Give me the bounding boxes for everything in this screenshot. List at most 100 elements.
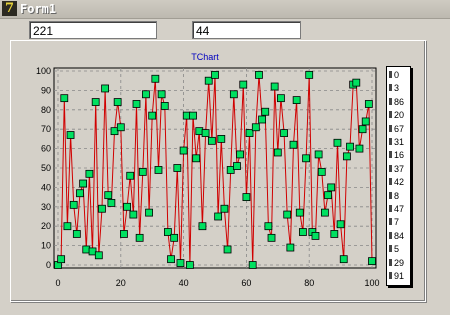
data-point bbox=[280, 129, 288, 137]
data-point bbox=[154, 166, 163, 174]
legend-item: 5 bbox=[389, 243, 399, 255]
data-point bbox=[311, 231, 320, 240]
y-tick-label: 0 bbox=[46, 260, 51, 270]
data-point bbox=[76, 189, 84, 198]
legend-swatch-icon bbox=[389, 151, 392, 159]
y-tick-label: 60 bbox=[41, 144, 51, 154]
data-point bbox=[69, 200, 78, 209]
data-point bbox=[258, 115, 267, 124]
data-point bbox=[94, 251, 103, 260]
legend-swatch-icon bbox=[389, 272, 392, 279]
y-tick-label: 10 bbox=[41, 241, 51, 251]
data-point bbox=[107, 199, 116, 207]
legend-label: 7 bbox=[394, 217, 400, 228]
legend-swatch-icon bbox=[389, 84, 392, 92]
legend-label: 91 bbox=[394, 271, 405, 281]
data-point bbox=[189, 111, 197, 120]
data-point bbox=[330, 230, 339, 238]
x-tick-label: 40 bbox=[179, 278, 189, 288]
legend-swatch-icon bbox=[389, 218, 392, 226]
data-point bbox=[126, 171, 135, 180]
legend-item: 0 bbox=[389, 69, 399, 81]
legend-label: 67 bbox=[394, 123, 405, 134]
data-point bbox=[236, 150, 245, 159]
data-point bbox=[273, 148, 282, 157]
data-point bbox=[157, 90, 166, 99]
legend-label: 31 bbox=[394, 137, 405, 147]
legend-label: 42 bbox=[394, 177, 405, 188]
data-point bbox=[211, 70, 219, 79]
x-tick-label: 80 bbox=[304, 278, 314, 288]
data-point bbox=[167, 255, 175, 264]
legend-item: 20 bbox=[389, 109, 404, 121]
data-point bbox=[148, 111, 157, 120]
data-point bbox=[104, 191, 113, 200]
data-point bbox=[277, 94, 285, 103]
legend-swatch-icon bbox=[389, 138, 392, 145]
legend-label: 84 bbox=[394, 230, 405, 241]
data-point bbox=[242, 193, 251, 202]
x-tick-label: 0 bbox=[55, 278, 60, 288]
data-point bbox=[248, 261, 257, 269]
legend-label: 3 bbox=[394, 83, 400, 94]
data-point bbox=[239, 80, 248, 89]
data-point bbox=[170, 233, 179, 242]
data-point bbox=[339, 255, 348, 264]
legend-item: 16 bbox=[389, 149, 404, 161]
data-point bbox=[142, 90, 150, 99]
legend-item: 8 bbox=[389, 190, 399, 202]
data-point bbox=[198, 222, 207, 231]
data-point bbox=[261, 107, 270, 116]
data-point bbox=[63, 222, 72, 231]
data-point bbox=[214, 212, 223, 221]
data-point bbox=[151, 74, 160, 83]
data-point bbox=[72, 230, 81, 238]
data-point bbox=[264, 222, 273, 231]
data-point bbox=[342, 152, 351, 161]
legend-swatch-icon bbox=[389, 124, 392, 132]
data-point bbox=[358, 125, 367, 134]
legend-item: 7 bbox=[389, 216, 399, 228]
data-point bbox=[201, 129, 210, 137]
data-point bbox=[217, 134, 226, 143]
x-tick-label: 20 bbox=[116, 278, 126, 288]
x-tick-label: 60 bbox=[241, 278, 251, 288]
x-tick-label: 100 bbox=[364, 278, 379, 288]
data-point bbox=[135, 233, 144, 242]
data-point bbox=[173, 164, 182, 172]
chart-legend: 0 3 86 20 67 31 16 37 42 8 47 7 84 5 29 91 bbox=[386, 66, 411, 286]
data-point bbox=[352, 78, 361, 87]
y-tick-label: 80 bbox=[41, 105, 51, 115]
legend-item: 3 bbox=[389, 82, 399, 94]
legend-label: 5 bbox=[394, 244, 400, 255]
data-point bbox=[364, 100, 373, 108]
legend-label: 86 bbox=[394, 96, 405, 107]
data-point bbox=[185, 261, 194, 269]
data-point bbox=[138, 167, 147, 176]
data-point bbox=[336, 220, 345, 229]
data-point bbox=[223, 245, 232, 254]
data-point bbox=[66, 131, 75, 139]
legend-item: 42 bbox=[389, 176, 404, 188]
legend-item: 47 bbox=[389, 203, 404, 215]
data-point bbox=[302, 154, 310, 163]
data-point bbox=[85, 169, 94, 178]
legend-label: 29 bbox=[394, 257, 405, 268]
data-point bbox=[333, 138, 342, 147]
legend-label: 0 bbox=[394, 70, 400, 80]
legend-swatch-icon bbox=[389, 231, 392, 239]
legend-item: 84 bbox=[389, 230, 404, 242]
data-point bbox=[368, 257, 376, 266]
legend-swatch-icon bbox=[389, 97, 392, 105]
y-tick-label: 50 bbox=[41, 163, 51, 173]
data-point bbox=[207, 136, 216, 145]
legend-swatch-icon bbox=[389, 164, 392, 172]
y-tick-label: 100 bbox=[36, 66, 51, 76]
legend-item: 37 bbox=[389, 163, 404, 175]
data-point bbox=[361, 117, 370, 126]
data-point bbox=[57, 255, 66, 264]
data-point bbox=[123, 202, 131, 211]
y-tick-label: 40 bbox=[41, 182, 51, 192]
data-point bbox=[116, 123, 125, 132]
y-tick-label: 90 bbox=[41, 85, 51, 95]
